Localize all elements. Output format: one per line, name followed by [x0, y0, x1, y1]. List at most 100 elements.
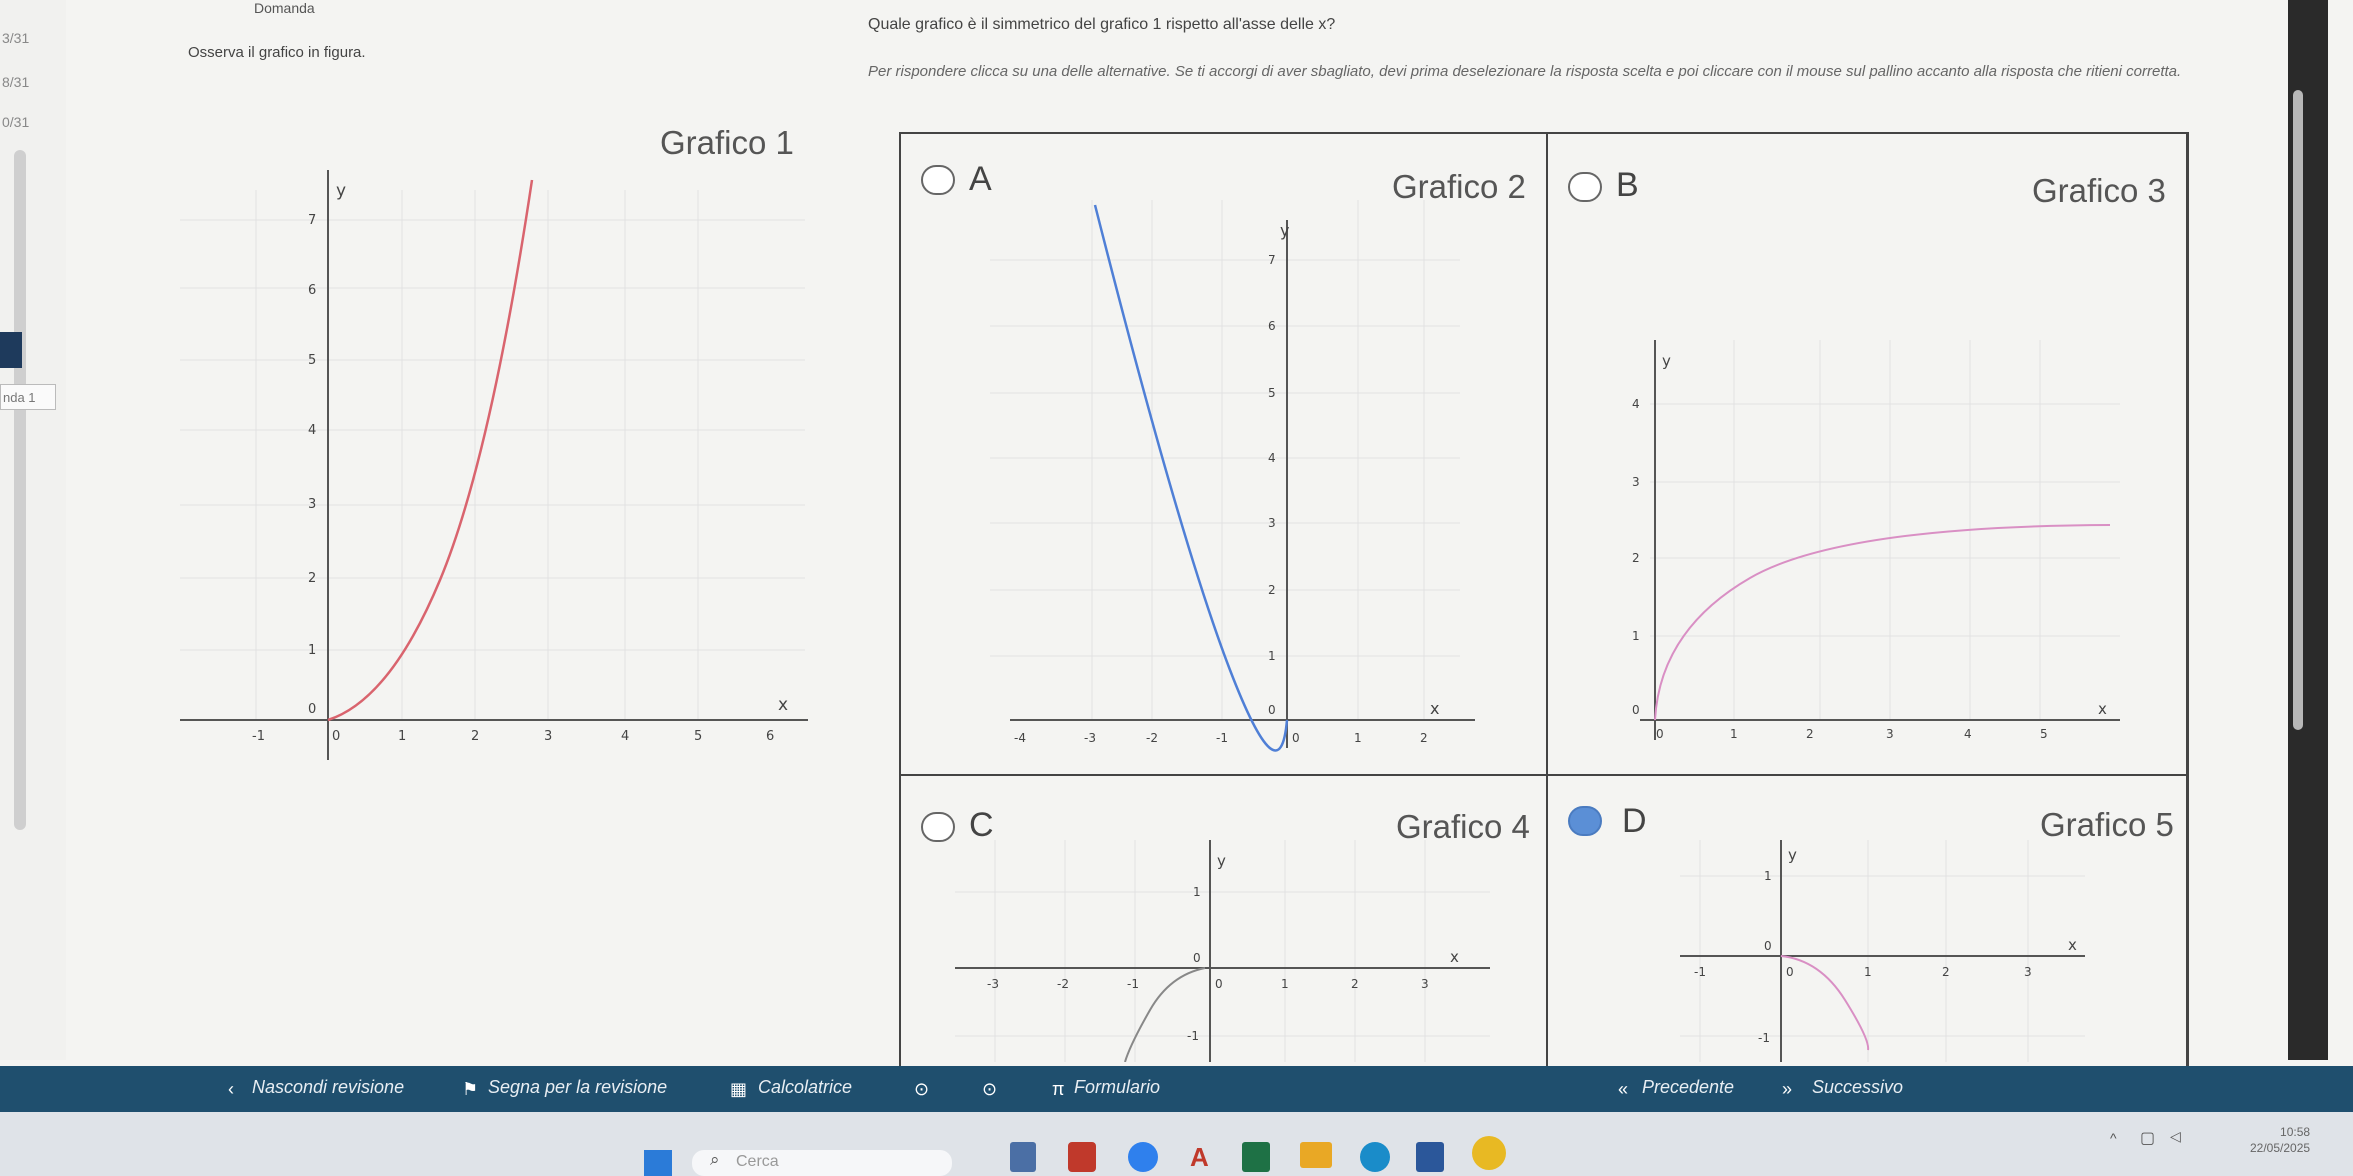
grafico5-x-label: x [2068, 936, 2077, 954]
grafico3-x-tick: 4 [1964, 727, 1972, 741]
grafico3-x-tick: 2 [1806, 727, 1814, 741]
search-icon: ⌕ [710, 1150, 720, 1169]
grafico5-x-tick: -1 [1694, 965, 1706, 979]
app-calculator-icon[interactable] [1010, 1142, 1036, 1172]
grafico5-y-tick: 1 [1764, 869, 1772, 883]
grafico1-x-label: x [778, 695, 788, 715]
grafico4-x-label: x [1450, 948, 1459, 966]
grafico2-x-tick: 1 [1354, 731, 1362, 745]
app-media-icon[interactable] [1068, 1142, 1096, 1172]
grafico4-x-tick: -1 [1127, 977, 1139, 991]
grafico1-y-tick: 6 [308, 283, 316, 298]
grafico4-y-tick: -1 [1187, 1029, 1199, 1043]
option-b-radio[interactable] [1568, 172, 1602, 202]
chevron-left-icon: ‹ [228, 1079, 234, 1099]
grafico1-y-tick: 3 [308, 497, 316, 512]
tray-display-icon[interactable]: ▢ [2140, 1128, 2155, 1148]
grafico2-x-label: x [1430, 699, 1439, 718]
grafico2-y-tick: 2 [1268, 583, 1276, 597]
grafico2-y-tick: 6 [1268, 319, 1276, 333]
grafico4-y-label: y [1217, 852, 1226, 870]
grafico2-y-tick: 3 [1268, 516, 1276, 530]
grafico4-x-tick: 2 [1351, 977, 1359, 991]
hide-review-button[interactable]: Nascondi revisione [252, 1077, 404, 1098]
grafico2-x-tick: -2 [1146, 731, 1158, 745]
grafico3-x-tick: 3 [1886, 727, 1894, 741]
grafico4-x-tick: -2 [1057, 977, 1069, 991]
option-c-radio[interactable] [921, 812, 955, 842]
grafico5-x-tick: 1 [1864, 965, 1872, 979]
option-a-radio[interactable] [921, 165, 955, 195]
app-excel-icon[interactable] [1242, 1142, 1270, 1172]
grafico2-x-tick: -1 [1216, 731, 1228, 745]
mark-review-button[interactable]: Segna per la revisione [488, 1077, 667, 1098]
grafico3-curve [1654, 524, 2111, 721]
grafico1-y-tick: 7 [308, 213, 316, 228]
grafico3-graph: 0 1 2 3 4 5 4 3 2 1 0 x y [1632, 340, 2120, 741]
grafico1-x-tick: 0 [332, 729, 340, 744]
info-icon[interactable]: ⊙ [914, 1079, 929, 1100]
app-reader-icon[interactable]: A [1190, 1142, 1214, 1172]
left-sidebar [0, 0, 66, 1060]
option-d-radio[interactable] [1568, 806, 1602, 836]
grafico3-y-tick: 1 [1632, 629, 1640, 643]
grafico5-x-tick: 3 [2024, 965, 2032, 979]
page-scrollbar[interactable] [2293, 90, 2303, 730]
question-counter: 3/31 [2, 30, 30, 46]
formulas-button[interactable]: Formulario [1074, 1077, 1160, 1098]
flag-icon: ⚑ [462, 1079, 479, 1099]
grafico4-x-tick: 3 [1421, 977, 1429, 991]
calculator-button[interactable]: Calcolatrice [758, 1077, 852, 1098]
grafico5-x-tick: 0 [1786, 965, 1794, 979]
grafico3-x-tick: 1 [1730, 727, 1738, 741]
option-b-letter[interactable]: B [1616, 166, 1639, 205]
question-text: Quale grafico è il simmetrico del grafic… [868, 16, 1336, 33]
sidebar-item-current[interactable]: nda 1 [0, 384, 56, 410]
grafico1-y-tick: 4 [308, 423, 316, 438]
previous-button[interactable]: Precedente [1642, 1077, 1734, 1098]
grafico1-x-tick: 4 [621, 729, 629, 744]
grafico4-x-tick: 0 [1215, 977, 1223, 991]
grafico2-curve [1093, 204, 1289, 752]
grafico1-x-tick: 3 [544, 729, 552, 744]
grafico3-y-tick: 2 [1632, 551, 1640, 565]
app-folder-icon[interactable] [1300, 1142, 1332, 1168]
grafico2-y-tick: 5 [1268, 386, 1276, 400]
sidebar-scrollbar[interactable] [14, 150, 26, 830]
grafico2-y-tick: 4 [1268, 451, 1276, 465]
windows-start-icon[interactable] [644, 1150, 672, 1176]
section-label: Domanda [254, 0, 315, 16]
app-browser-icon[interactable] [1128, 1142, 1158, 1172]
question-counter: 8/31 [2, 74, 30, 90]
tray-volume-icon[interactable]: ◁ [2170, 1128, 2181, 1145]
grafico3-x-tick: 5 [2040, 727, 2048, 741]
taskbar-search[interactable]: Cerca [692, 1150, 952, 1176]
grafico1-y-tick: 2 [308, 571, 316, 586]
grafico4-graph: -3 -2 -1 0 1 2 3 1 0 -1 x y [955, 840, 1490, 1062]
grafico5-x-tick: 2 [1942, 965, 1950, 979]
grafico2-graph: -4 -3 -2 -1 0 1 2 7 6 5 4 3 2 1 0 x y [990, 200, 1475, 752]
app-word-icon[interactable] [1416, 1142, 1444, 1172]
grafico5-graph: -1 0 1 2 3 1 0 -1 x y [1680, 840, 2085, 1062]
grafico5-y-tick: 0 [1764, 939, 1772, 953]
grafico2-x-tick: 0 [1292, 731, 1300, 745]
options-divider-vertical [1546, 132, 1548, 1072]
grafico1-y-label: y [336, 181, 346, 201]
grafico1-x-tick: -1 [252, 729, 265, 744]
settings-icon[interactable]: ⊙ [982, 1079, 997, 1100]
taskbar-clock[interactable]: 10:58 22/05/2025 [2250, 1124, 2310, 1156]
app-edge-icon[interactable] [1360, 1142, 1390, 1172]
grafico3-y-tick: 0 [1632, 703, 1640, 717]
grafico3-title: Grafico 3 [2032, 172, 2166, 209]
option-a-letter[interactable]: A [969, 160, 992, 199]
next-button[interactable]: Successivo [1812, 1077, 1903, 1098]
taskbar-time: 10:58 [2280, 1125, 2311, 1139]
tray-chevron-icon[interactable]: ^ [2110, 1130, 2117, 1146]
grafico1-graph: -1 0 1 2 3 4 5 6 7 6 5 4 3 2 1 0 x y [180, 170, 808, 760]
grafico3-y-label: y [1662, 352, 1671, 370]
grafico2-y-tick: 0 [1268, 703, 1276, 717]
grafico4-x-tick: 1 [1281, 977, 1289, 991]
app-chrome-icon[interactable] [1472, 1136, 1506, 1170]
options-divider-horizontal [899, 774, 2189, 776]
option-d-letter[interactable]: D [1622, 802, 1647, 841]
